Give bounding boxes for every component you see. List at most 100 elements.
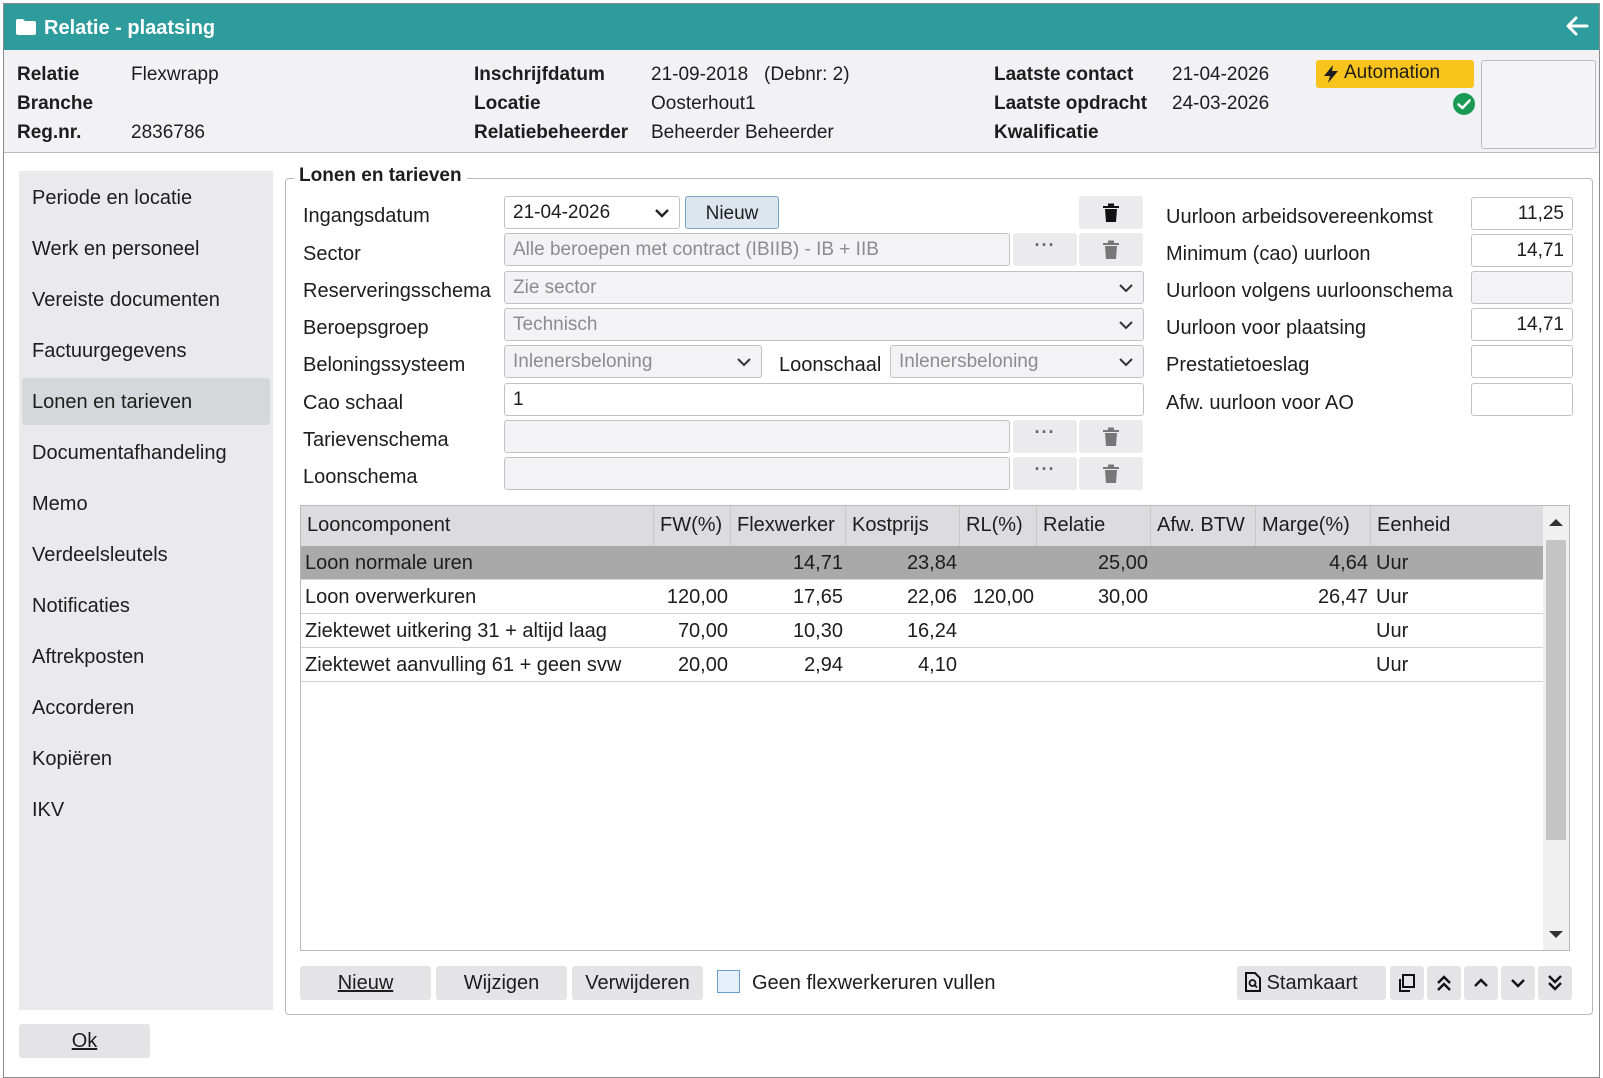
sidebar-item-accorderen[interactable]: Accorderen [22,684,270,731]
copy-icon [1399,974,1415,992]
table-header: Looncomponent FW(%) Flexwerker Kostprijs… [301,506,1543,546]
beloningssysteem-label: Beloningssysteem [303,354,466,376]
beloningssysteem-select[interactable]: Inlenersbeloning [504,345,762,378]
loonschema-field[interactable] [504,457,1010,490]
afw-uurloon-input[interactable] [1471,383,1573,416]
copy-button[interactable] [1390,966,1424,1000]
column-header[interactable]: Marge(%) [1256,506,1371,546]
cell-relatie: 30,00 [1097,586,1148,608]
loonschema-delete-button[interactable] [1079,457,1143,490]
uurloon-ao-input[interactable]: 11,25 [1471,197,1573,230]
uurloonschema-label: Uurloon volgens uurloonschema [1166,280,1453,302]
cell-eenheid: Uur [1376,654,1409,676]
loonschaal-select[interactable]: Inlenersbeloning [890,345,1144,378]
sector-browse-button[interactable]: ··· [1013,233,1077,266]
prestatietoeslag-input[interactable] [1471,345,1573,378]
cell-looncomponent: Loon overwerkuren [305,586,477,608]
trash-icon [1103,464,1119,483]
beroepsgroep-select[interactable]: Technisch [504,308,1144,341]
tarievenschema-browse-button[interactable]: ··· [1013,420,1077,453]
uurloon-plaatsing-value: 14,71 [1516,314,1564,335]
uurloon-ao-value: 11,25 [1517,203,1564,224]
column-header[interactable]: RL(%) [960,506,1037,546]
ok-button[interactable]: Ok [19,1024,150,1058]
ingangsdatum-label: Ingangsdatum [303,205,430,227]
back-arrow-icon[interactable] [1565,15,1589,43]
delete-datum-button[interactable] [1079,196,1143,229]
relatie-value: Flexwrapp [131,64,219,85]
afw-uurloon-label: Afw. uurloon voor AO [1166,392,1354,414]
wijzigen-button[interactable]: Wijzigen [436,966,567,1000]
sidebar-item-vereiste-documenten[interactable]: Vereiste documenten [22,276,270,323]
cell-fw: 20,00 [677,654,728,676]
sidebar-item-memo[interactable]: Memo [22,480,270,527]
relatiebeheerder-label: Relatiebeheerder [474,122,629,143]
column-header[interactable]: Looncomponent [301,506,654,546]
scrollbar-thumb[interactable] [1546,540,1566,840]
ingangsdatum-select[interactable]: 21-04-2026 [504,196,680,229]
move-top-button[interactable] [1427,966,1461,1000]
table-row[interactable]: Loon overwerkuren 120,00 17,65 22,06 120… [301,580,1543,614]
photo-placeholder[interactable] [1481,60,1596,149]
sidebar-item-factuurgegevens[interactable]: Factuurgegevens [22,327,270,374]
uurloon-ao-label: Uurloon arbeidsovereenkomst [1166,206,1433,228]
chevron-down-icon [1119,284,1133,293]
sidebar-item-verdeelsleutels[interactable]: Verdeelsleutels [22,531,270,578]
reserveringsschema-label: Reserveringsschema [303,280,491,302]
sidebar-item-periode-en-locatie[interactable]: Periode en locatie [22,174,270,221]
table-row[interactable]: Ziektewet uitkering 31 + altijd laag 70,… [301,614,1543,648]
cell-eenheid: Uur [1376,620,1409,642]
sidebar-item-werk-en-personeel[interactable]: Werk en personeel [22,225,270,272]
column-header[interactable]: Kostprijs [846,506,960,546]
min-cao-input[interactable]: 14,71 [1471,234,1573,267]
stamkaart-button[interactable]: Stamkaart [1237,966,1386,1000]
ingangsdatum-value: 21-04-2026 [513,202,611,223]
tarievenschema-delete-button[interactable] [1079,420,1143,453]
laatste-opdracht-value: 24-03-2026 [1172,93,1270,114]
sidebar-item-documentafhandeling[interactable]: Documentafhandeling [22,429,270,476]
cao-schaal-label: Cao schaal [303,392,404,414]
loonschaal-value: Inlenersbeloning [899,351,1039,372]
table-scrollbar[interactable] [1543,506,1569,950]
lightning-icon [1324,65,1338,83]
tarievenschema-field[interactable] [504,420,1010,453]
beroepsgroep-value: Technisch [513,314,598,335]
cao-schaal-input[interactable]: 1 [504,383,1144,416]
column-header[interactable]: Afw. BTW [1151,506,1256,546]
sidebar-item-notificaties[interactable]: Notificaties [22,582,270,629]
sector-delete-button[interactable] [1079,233,1143,266]
laatste-opdracht-label: Laatste opdracht [994,93,1148,114]
move-up-button[interactable] [1464,966,1498,1000]
column-header[interactable]: Relatie [1037,506,1151,546]
automation-badge[interactable]: Automation [1316,60,1474,88]
move-down-button[interactable] [1501,966,1535,1000]
looncomponent-table: Looncomponent FW(%) Flexwerker Kostprijs… [300,505,1570,951]
column-header[interactable]: Flexwerker [731,506,846,546]
column-header[interactable]: FW(%) [654,506,731,546]
verwijderen-button[interactable]: Verwijderen [572,966,703,1000]
geen-flexwerkeruren-checkbox[interactable] [717,970,740,993]
cell-rl: 120,00 [972,586,1034,608]
sidebar-item-lonen-en-tarieven[interactable]: Lonen en tarieven [22,378,270,425]
move-bottom-button[interactable] [1538,966,1572,1000]
group-title: Lonen en tarieven [294,165,467,187]
reserveringsschema-select[interactable]: Zie sector [504,271,1144,304]
table-row[interactable]: Ziektewet aanvulling 61 + geen svw 20,00… [301,648,1543,682]
table-row[interactable]: Loon normale uren 14,71 23,84 25,00 4,64… [301,546,1543,580]
sector-field[interactable]: Alle beroepen met contract (IBIIB) - IB … [504,233,1010,266]
double-chevron-up-icon [1437,975,1451,991]
nieuw-datum-button[interactable]: Nieuw [685,196,779,229]
scroll-up-icon[interactable] [1548,517,1564,527]
min-cao-label: Minimum (cao) uurloon [1166,243,1371,265]
sidebar-item-kopieren[interactable]: Kopiëren [22,735,270,782]
uurloonschema-input[interactable] [1471,271,1573,304]
sidebar-item-aftrekposten[interactable]: Aftrekposten [22,633,270,680]
scroll-down-icon[interactable] [1548,930,1564,940]
sidebar-item-ikv[interactable]: IKV [22,786,270,833]
loonschema-browse-button[interactable]: ··· [1013,457,1077,490]
nieuw-button[interactable]: Nieuw [300,966,431,1000]
uurloon-plaatsing-input[interactable]: 14,71 [1471,308,1573,341]
chevron-down-icon [1119,358,1133,367]
column-header[interactable]: Eenheid [1371,506,1543,546]
chevron-down-icon [655,209,669,218]
